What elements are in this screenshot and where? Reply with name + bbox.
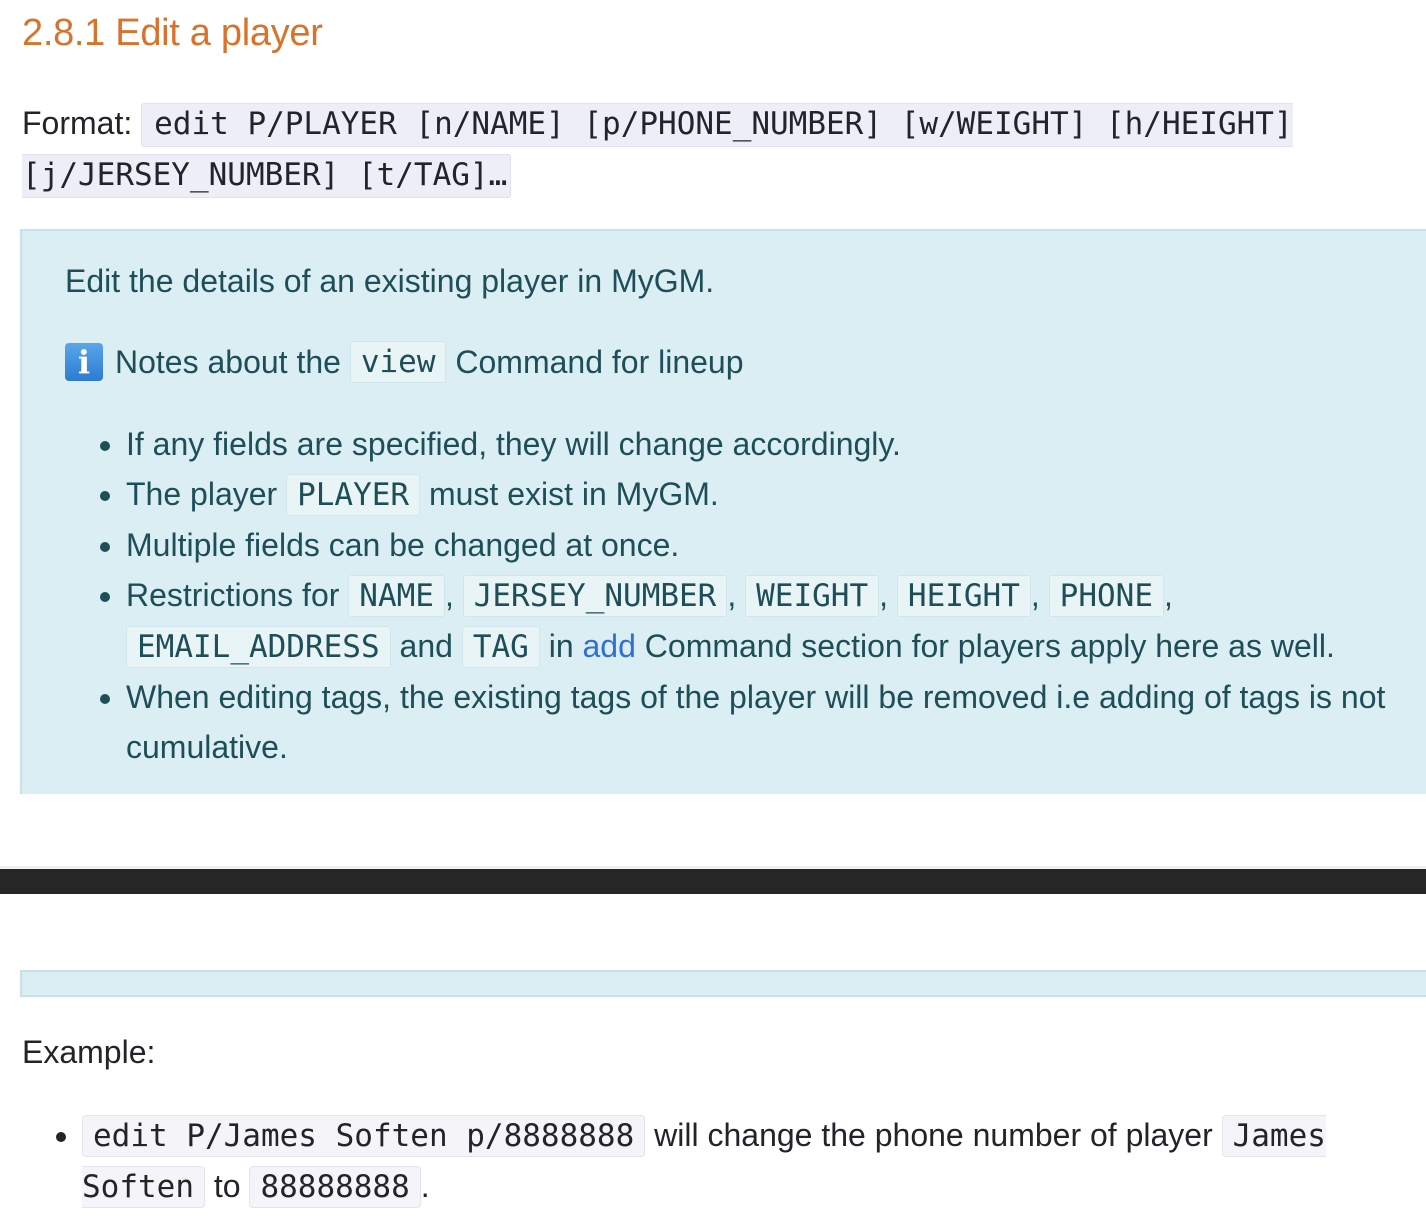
bullet-text: Restrictions for <box>126 577 340 613</box>
note-prefix: Notes about the <box>115 343 341 380</box>
section-heading: 2.8.1 Edit a player <box>22 12 323 54</box>
notes-list: If any fields are specified, they will c… <box>84 419 1426 772</box>
note-suffix: Command for lineup <box>455 343 744 380</box>
code-jersey-number: JERSEY_NUMBER <box>462 575 728 617</box>
info-icon: i <box>65 343 103 381</box>
bullet-text: If any fields are specified, they will c… <box>126 426 901 462</box>
example-phone-number: 88888888 <box>249 1166 421 1208</box>
list-item: Multiple fields can be changed at once. <box>126 520 1426 570</box>
code-name: NAME <box>348 575 445 617</box>
comma: , <box>879 577 889 613</box>
example-label: Example: <box>22 1034 156 1070</box>
list-item: Restrictions for NAME, JERSEY_NUMBER, WE… <box>126 570 1426 672</box>
example-text: will change the phone number of player <box>654 1117 1213 1153</box>
format-line: Format: edit P/PLAYER [n/NAME] [p/PHONE_… <box>22 98 1322 200</box>
bullet-text: in <box>548 628 574 664</box>
bullet-text: must exist in MyGM. <box>428 476 719 512</box>
empty-callout <box>20 970 1426 997</box>
example-period: . <box>420 1168 430 1204</box>
comma: , <box>1164 577 1173 613</box>
bullet-text: Multiple fields can be changed at once. <box>126 527 680 563</box>
code-player: PLAYER <box>286 474 421 516</box>
code-height: HEIGHT <box>896 575 1031 617</box>
list-item: The player PLAYER must exist in MyGM. <box>126 469 1426 520</box>
bullet-text: When editing tags, the existing tags of … <box>126 679 1386 765</box>
bullet-text: and <box>399 628 453 664</box>
list-item: edit P/James Soften p/8888888 will chang… <box>82 1110 1422 1212</box>
info-callout: Edit the details of an existing player i… <box>20 229 1426 794</box>
list-item: When editing tags, the existing tags of … <box>126 672 1426 772</box>
code-email-address: EMAIL_ADDRESS <box>126 626 391 668</box>
list-item: If any fields are specified, they will c… <box>126 419 1426 469</box>
add-command-link[interactable]: add <box>583 628 636 664</box>
section-divider <box>0 866 1426 894</box>
example-command: edit P/James Soften p/8888888 <box>82 1115 646 1157</box>
comma: , <box>727 577 737 613</box>
examples-list: edit P/James Soften p/8888888 will chang… <box>36 1110 1422 1212</box>
callout-intro: Edit the details of an existing player i… <box>65 263 715 299</box>
code-weight: WEIGHT <box>745 575 880 617</box>
callout-note: i Notes about the view Command for lineu… <box>65 341 744 383</box>
example-text: to <box>213 1168 241 1204</box>
bullet-text: Command section for players apply here a… <box>644 628 1335 664</box>
comma: , <box>444 577 454 613</box>
format-label: Format: <box>22 105 133 141</box>
comma: , <box>1030 577 1040 613</box>
code-tag: TAG <box>461 626 540 668</box>
format-command: edit P/PLAYER [n/NAME] [p/PHONE_NUMBER] … <box>22 103 1293 198</box>
code-phone: PHONE <box>1048 575 1164 617</box>
bullet-text: The player <box>126 476 278 512</box>
note-code-view: view <box>349 341 447 383</box>
